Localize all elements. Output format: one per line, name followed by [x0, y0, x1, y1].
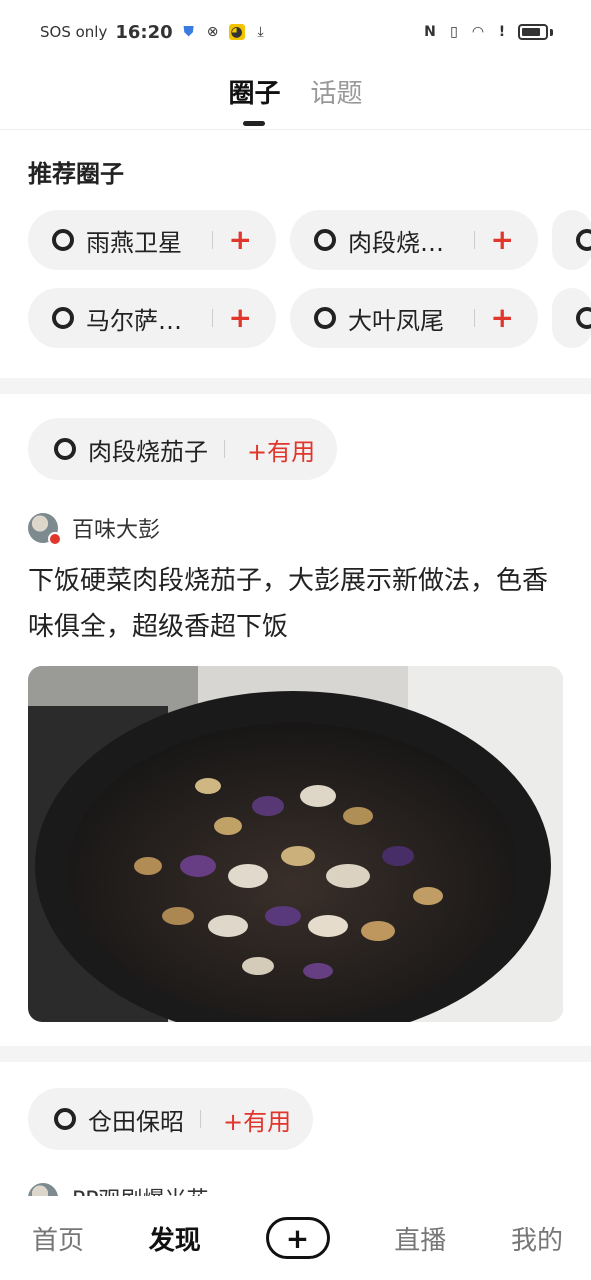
author-row[interactable]: 百味大彭 — [28, 512, 160, 546]
chip-row: 马尔萨… + 大叶凤尾 + — [28, 288, 591, 348]
top-tabs: 圈子 话题 — [0, 64, 591, 130]
app-notification-icon: ◕ — [228, 24, 245, 40]
vpn-icon: ⊗ — [206, 24, 219, 40]
circle-chip-label: 肉段烧… — [348, 228, 444, 257]
topic-chip[interactable]: 肉段烧茄子 +有用 — [28, 418, 338, 480]
circle-ring-icon — [576, 307, 591, 329]
circle-chip-label: 大叶凤尾 — [348, 306, 444, 335]
chip-row: 雨燕卫星 + 肉段烧… + — [28, 210, 591, 270]
circle-chip-partial[interactable] — [552, 288, 591, 348]
topic-label: 仓田保昭 — [88, 1107, 184, 1136]
tab-circles[interactable]: 圈子 — [228, 73, 280, 120]
post-card[interactable]: 仓田保昭 +有用 PP观剧爆米花 — [0, 1062, 591, 1196]
chip-separator — [211, 309, 213, 327]
join-plus-icon[interactable]: + — [491, 304, 514, 332]
circle-chip[interactable]: 大叶凤尾 + — [290, 288, 538, 348]
nav-mine[interactable]: 我的 — [511, 1220, 563, 1257]
bottom-nav: 首页 发现 + 直播 我的 — [0, 1196, 591, 1280]
battery-icon — [518, 24, 548, 40]
circle-chip-label: 雨燕卫星 — [86, 228, 182, 257]
section-divider — [0, 378, 591, 394]
nfc-icon: N — [424, 24, 436, 40]
download-icon: ⤓ — [257, 24, 264, 40]
nav-live[interactable]: 直播 — [394, 1220, 446, 1257]
section-divider — [0, 1046, 591, 1062]
avatar[interactable] — [28, 513, 62, 546]
useful-button[interactable]: +有用 — [223, 1102, 291, 1137]
avatar[interactable] — [28, 1183, 58, 1196]
post-image[interactable] — [28, 666, 563, 1022]
nav-discover[interactable]: 发现 — [149, 1220, 201, 1257]
status-right: N ▯ ◠ ! — [422, 24, 553, 40]
nav-home[interactable]: 首页 — [32, 1220, 84, 1257]
circle-ring-icon — [576, 229, 591, 251]
shield-icon: ⛊ — [183, 24, 194, 40]
circle-chip[interactable]: 肉段烧… + — [290, 210, 538, 270]
join-plus-icon[interactable]: + — [229, 304, 252, 332]
useful-button[interactable]: +有用 — [247, 432, 315, 467]
circle-chip[interactable]: 雨燕卫星 + — [28, 210, 276, 270]
battery-tip — [550, 28, 553, 36]
join-plus-icon[interactable]: + — [491, 226, 514, 254]
circle-chip-label: 马尔萨… — [86, 306, 182, 335]
join-plus-icon[interactable]: + — [229, 226, 252, 254]
author-name[interactable]: PP观剧爆米花 — [72, 1182, 209, 1196]
tab-topics[interactable]: 话题 — [311, 73, 363, 120]
topic-label: 肉段烧茄子 — [88, 437, 208, 466]
vibrate-icon: ▯ — [450, 24, 458, 40]
signal-alert-icon: ! — [498, 24, 506, 40]
circle-ring-icon — [54, 1108, 76, 1130]
post-title[interactable]: 下饭硬菜肉段烧茄子，大彭展示新做法，色香味俱全，超级香超下饭 — [28, 558, 563, 650]
section-title: 推荐圈子 — [28, 160, 124, 188]
circle-ring-icon — [52, 229, 74, 251]
carrier-text: SOS only — [40, 23, 108, 41]
circle-ring-icon — [314, 229, 336, 251]
add-post-button[interactable]: + — [265, 1217, 330, 1259]
chip-separator — [211, 231, 213, 249]
verified-badge-icon — [48, 532, 62, 546]
chip-separator — [224, 440, 225, 458]
circle-ring-icon — [54, 438, 76, 460]
circle-ring-icon — [52, 307, 74, 329]
status-bar: SOS only 16:20 ⛊ ⊗ ◕ ⤓ N ▯ ◠ ! — [0, 0, 591, 64]
chip-separator — [473, 309, 475, 327]
circle-chip[interactable]: 马尔萨… + — [28, 288, 276, 348]
status-time: 16:20 — [115, 21, 173, 43]
circle-ring-icon — [314, 307, 336, 329]
wifi-icon: ◠ — [471, 24, 485, 40]
chip-separator — [473, 231, 475, 249]
status-left: SOS only 16:20 ⛊ ⊗ ◕ ⤓ — [40, 22, 269, 43]
post-card[interactable]: 肉段烧茄子 +有用 百味大彭 下饭硬菜肉段烧茄子，大彭展示新做法，色香味俱全，超… — [0, 394, 591, 1034]
circle-chip-partial[interactable] — [552, 210, 591, 270]
food-photo — [28, 666, 563, 1022]
chip-separator — [200, 1110, 201, 1128]
author-name[interactable]: 百味大彭 — [72, 512, 160, 544]
topic-chip[interactable]: 仓田保昭 +有用 — [28, 1088, 314, 1150]
recommended-circles: 推荐圈子 雨燕卫星 + 肉段烧… + 马尔萨… + 大叶凤尾 + — [0, 130, 591, 378]
author-row[interactable]: PP观剧爆米花 — [28, 1182, 209, 1196]
